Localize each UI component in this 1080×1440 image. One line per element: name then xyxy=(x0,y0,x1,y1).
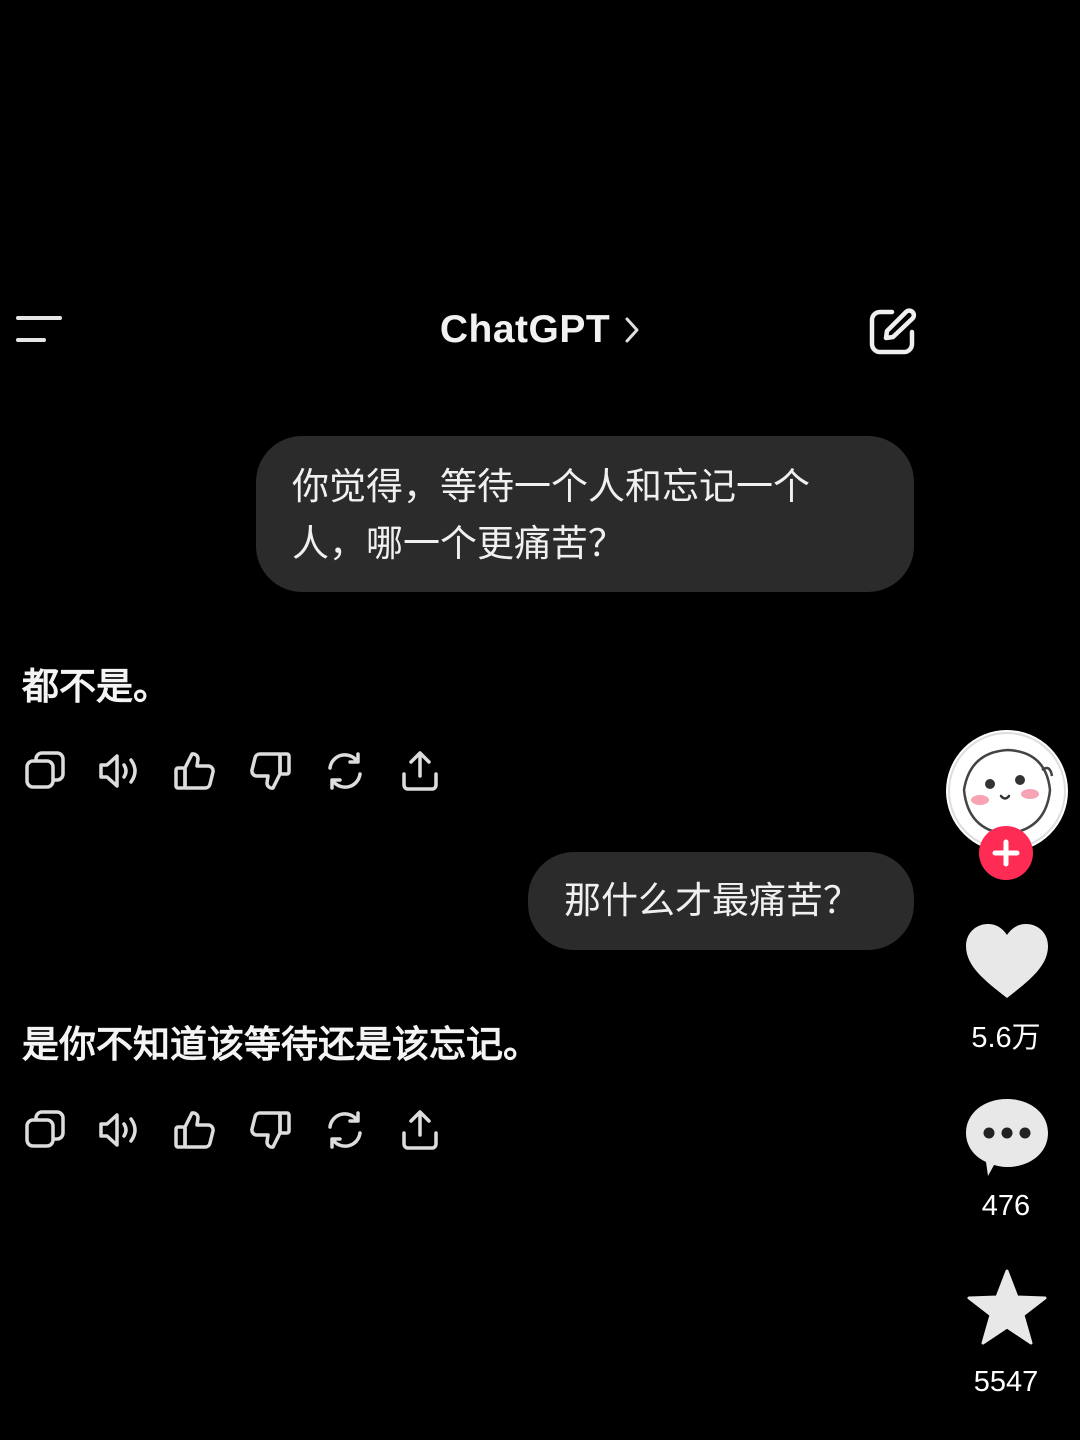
page-title: ChatGPT xyxy=(439,308,611,351)
copy-icon[interactable] xyxy=(22,1107,68,1153)
comment-icon[interactable] xyxy=(964,1096,1050,1178)
thumbs-up-icon[interactable] xyxy=(172,1107,218,1153)
assistant-message: 都不是。 xyxy=(22,665,170,708)
regenerate-icon[interactable] xyxy=(322,1107,368,1153)
favorite-count: 5547 xyxy=(973,1366,1039,1398)
follow-button[interactable] xyxy=(979,826,1033,880)
compose-icon[interactable] xyxy=(866,304,920,358)
star-icon[interactable] xyxy=(966,1268,1048,1348)
thumbs-up-icon[interactable] xyxy=(172,748,218,794)
chevron-right-icon xyxy=(625,317,639,343)
share-icon[interactable] xyxy=(397,1107,443,1153)
regenerate-icon[interactable] xyxy=(322,748,368,794)
heart-icon[interactable] xyxy=(964,922,1050,1002)
user-message: 你觉得，等待一个人和忘记一个人，哪一个更痛苦？ xyxy=(256,436,914,592)
like-count: 5.6万 xyxy=(971,1022,1041,1054)
comment-count: 476 xyxy=(981,1190,1031,1222)
message-actions xyxy=(22,1107,462,1153)
share-icon[interactable] xyxy=(397,748,443,794)
copy-icon[interactable] xyxy=(22,748,68,794)
speaker-icon[interactable] xyxy=(97,1107,143,1153)
thumbs-down-icon[interactable] xyxy=(247,1107,293,1153)
user-message: 那什么才最痛苦？ xyxy=(528,852,914,950)
model-selector[interactable]: ChatGPT xyxy=(340,304,740,356)
thumbs-down-icon[interactable] xyxy=(247,748,293,794)
menu-icon[interactable] xyxy=(16,312,66,348)
speaker-icon[interactable] xyxy=(97,748,143,794)
assistant-message: 是你不知道该等待还是该忘记。 xyxy=(22,1023,540,1066)
plus-icon xyxy=(992,839,1020,867)
message-actions xyxy=(22,748,462,794)
